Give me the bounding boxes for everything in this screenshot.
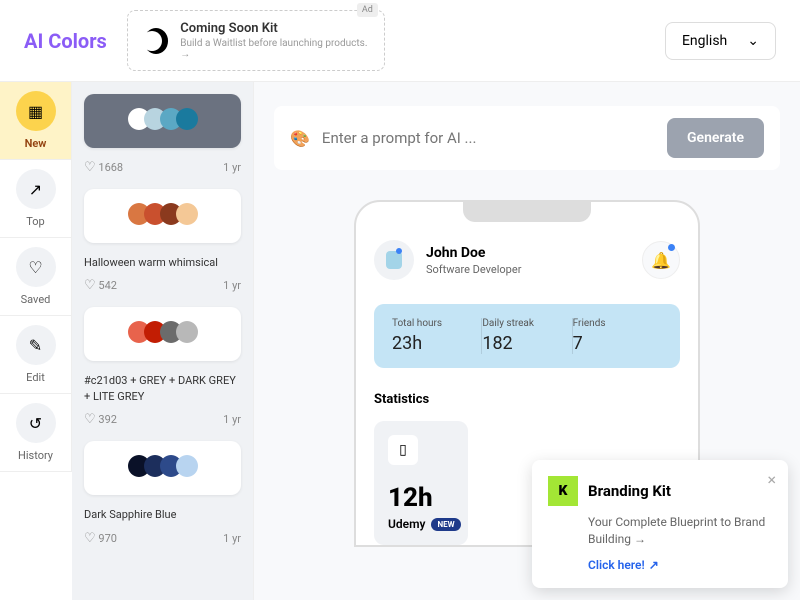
content-area: 🎨 Generate John Doe Software Developer 🔔… bbox=[254, 82, 800, 600]
palette-meta: ♡ 9701 yr bbox=[84, 531, 241, 546]
phone-notch bbox=[463, 202, 591, 222]
nav-label: Edit bbox=[26, 371, 45, 384]
stat-value: 182 bbox=[482, 333, 559, 354]
stat-item: Friends 7 bbox=[573, 318, 662, 354]
nav-saved[interactable]: ♡ Saved bbox=[0, 238, 72, 316]
close-icon[interactable]: × bbox=[767, 470, 776, 489]
stat-label: Friends bbox=[573, 318, 650, 329]
card-name: Udemy NEW bbox=[388, 517, 454, 531]
card-value: 12h bbox=[388, 483, 454, 513]
popup-brand-icon: K bbox=[548, 476, 578, 506]
sidebar: ▦ New ↗ Top ♡ Saved ✎ Edit ↺ History bbox=[0, 82, 72, 600]
stat-label: Daily streak bbox=[482, 318, 559, 329]
promo-subtitle: Build a Waitlist before launching produc… bbox=[180, 38, 368, 60]
statistics-title: Statistics bbox=[374, 392, 680, 407]
nav-label: Top bbox=[26, 215, 44, 228]
palette-card[interactable] bbox=[84, 94, 241, 148]
heart-icon[interactable]: ♡ bbox=[84, 278, 96, 293]
ad-tag: Ad bbox=[357, 3, 378, 17]
book-icon: ▯ bbox=[388, 435, 418, 465]
language-select[interactable]: English ⌄ bbox=[665, 22, 776, 60]
prompt-input[interactable] bbox=[322, 129, 655, 147]
avatar bbox=[374, 240, 414, 280]
palette-card[interactable] bbox=[84, 307, 241, 361]
stat-card-udemy[interactable]: ▯ 12h Udemy NEW bbox=[374, 421, 468, 545]
palette-card[interactable] bbox=[84, 441, 241, 495]
moon-icon bbox=[144, 28, 168, 54]
heart-icon[interactable]: ♡ bbox=[84, 160, 96, 175]
nav-icon: ✎ bbox=[16, 325, 56, 365]
palette-name: #c21d03 + GREY + DARK GREY + LITE GREY bbox=[84, 373, 241, 404]
prompt-bar: 🎨 Generate bbox=[274, 106, 780, 170]
nav-history[interactable]: ↺ History bbox=[0, 394, 72, 472]
popup-link[interactable]: Click here!↗ bbox=[588, 558, 772, 572]
branding-popup: × K Branding Kit Your Complete Blueprint… bbox=[532, 460, 788, 588]
nav-label: History bbox=[18, 449, 53, 462]
nav-label: Saved bbox=[21, 293, 51, 306]
logo[interactable]: AI Colors bbox=[24, 29, 107, 53]
nav-icon: ▦ bbox=[16, 91, 56, 131]
chevron-down-icon: ⌄ bbox=[747, 33, 759, 49]
palette-icon: 🎨 bbox=[290, 129, 310, 148]
stats-bar: Total hours 23h Daily streak 182 Friends 7 bbox=[374, 304, 680, 368]
palette-name: Dark Sapphire Blue bbox=[84, 507, 241, 522]
stat-value: 7 bbox=[573, 333, 650, 354]
profile-role: Software Developer bbox=[426, 263, 521, 276]
stat-value: 23h bbox=[392, 333, 469, 354]
swatches bbox=[98, 203, 227, 225]
heart-icon[interactable]: ♡ bbox=[84, 412, 96, 427]
nav-icon: ♡ bbox=[16, 247, 56, 287]
palette-list: ♡ 16681 yr Halloween warm whimsical ♡ 5421… bbox=[72, 82, 254, 600]
promo-title: Coming Soon Kit bbox=[180, 21, 368, 36]
palette-card[interactable] bbox=[84, 189, 241, 243]
nav-new[interactable]: ▦ New bbox=[0, 82, 72, 160]
palette-meta: ♡ 3921 yr bbox=[84, 412, 241, 427]
nav-icon: ↺ bbox=[16, 403, 56, 443]
stat-item: Total hours 23h bbox=[392, 318, 482, 354]
heart-icon[interactable]: ♡ bbox=[84, 531, 96, 546]
palette-meta: ♡ 5421 yr bbox=[84, 278, 241, 293]
swatches bbox=[98, 455, 227, 477]
language-label: English bbox=[682, 33, 727, 49]
palette-meta: ♡ 16681 yr bbox=[84, 160, 241, 175]
stat-label: Total hours bbox=[392, 318, 469, 329]
new-badge: NEW bbox=[431, 518, 460, 531]
nav-icon: ↗ bbox=[16, 169, 56, 209]
nav-label: New bbox=[25, 137, 47, 150]
nav-edit[interactable]: ✎ Edit bbox=[0, 316, 72, 394]
popup-subtitle: Your Complete Blueprint to Brand Buildin… bbox=[588, 514, 772, 548]
generate-button[interactable]: Generate bbox=[667, 118, 764, 158]
swatches bbox=[98, 108, 227, 130]
stat-item: Daily streak 182 bbox=[482, 318, 572, 354]
palette-name: Halloween warm whimsical bbox=[84, 255, 241, 270]
swatches bbox=[98, 321, 227, 343]
bell-icon[interactable]: 🔔 bbox=[642, 241, 680, 279]
promo-banner[interactable]: Ad Coming Soon Kit Build a Waitlist befo… bbox=[127, 10, 385, 71]
profile-name: John Doe bbox=[426, 245, 521, 261]
nav-top[interactable]: ↗ Top bbox=[0, 160, 72, 238]
popup-title: Branding Kit bbox=[588, 482, 671, 500]
external-icon: ↗ bbox=[649, 558, 659, 572]
